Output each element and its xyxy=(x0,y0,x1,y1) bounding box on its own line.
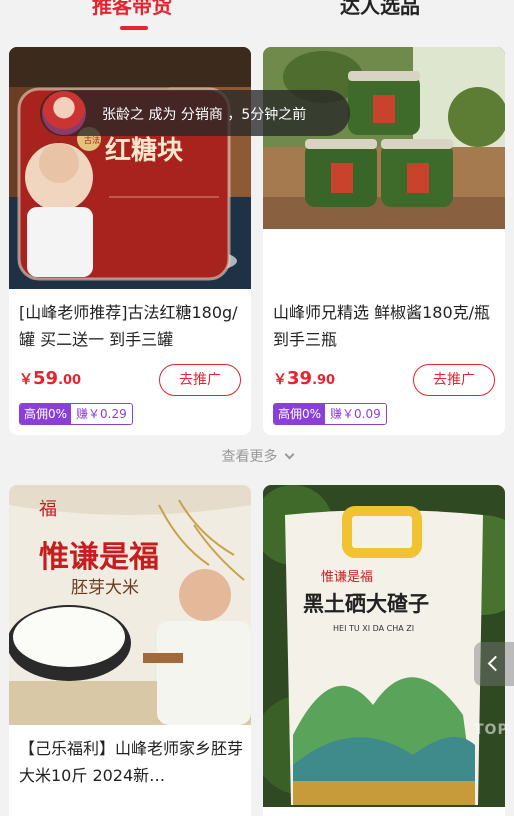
product-price: ￥39.90 xyxy=(273,368,335,389)
side-panel-handle[interactable] xyxy=(474,642,514,686)
distributor-toast: 张龄之 成为 分销商 ，5分钟之前 xyxy=(40,90,350,136)
image-product-name: 胚芽大米 xyxy=(71,578,139,598)
brand-logo-icon: 福 xyxy=(39,499,57,520)
price-decimal: .00 xyxy=(58,373,82,388)
product-image[interactable] xyxy=(263,47,505,229)
image-product-name: 黑土硒大碴子 xyxy=(303,592,429,616)
see-more-link[interactable]: 查看更多 xyxy=(0,446,514,466)
product-title[interactable]: 山峰师兄精选 鲜椒酱180克/瓶 到手三瓶 xyxy=(273,299,498,353)
product-price: ￥59.00 xyxy=(19,368,81,389)
product-image[interactable]: 福 惟谦是福 胚芽大米 xyxy=(9,485,251,725)
active-tab-indicator xyxy=(120,26,148,30)
image-product-name: 红糖块 xyxy=(105,135,183,166)
promote-button[interactable]: 去推广 xyxy=(159,364,241,396)
chevron-left-icon xyxy=(487,655,504,672)
back-to-top-watermark: TOP xyxy=(474,722,509,738)
commission-badge: 高佣0% 赚￥0.29 xyxy=(19,403,133,425)
price-symbol: ￥ xyxy=(19,372,33,388)
toast-message: 张龄之 成为 分销商 ，5分钟之前 xyxy=(102,107,307,123)
image-brand-slogan: 惟谦是福 xyxy=(321,570,373,585)
avatar xyxy=(42,91,86,135)
tab-promoter-sales[interactable]: 推客带货 xyxy=(92,0,172,19)
price-integer: 59 xyxy=(33,368,59,389)
product-image[interactable]: 古法 红糖块 xyxy=(9,47,251,289)
commission-rate: 高佣0% xyxy=(274,404,326,424)
chevron-down-icon xyxy=(284,449,294,460)
price-integer: 39 xyxy=(287,368,313,389)
product-card[interactable]: 惟谦是福 黑土硒大碴子 HEI TU XI DA CHA ZI xyxy=(263,485,505,816)
see-more-label: 查看更多 xyxy=(221,449,278,465)
commission-badge: 高佣0% 赚￥0.09 xyxy=(273,403,387,425)
price-decimal: .90 xyxy=(312,373,336,388)
product-card[interactable]: 福 惟谦是福 胚芽大米 【己乐福利】山峰老师家乡胚芽大米10斤 2024新… xyxy=(9,485,251,816)
price-symbol: ￥ xyxy=(273,372,287,388)
promote-button[interactable]: 去推广 xyxy=(413,364,495,396)
product-title[interactable]: [山峰老师推荐]古法红糖180g/罐 买二送一 到手三罐 xyxy=(19,299,244,353)
commission-earn: 赚￥0.09 xyxy=(325,404,386,424)
image-badge-text: 古法 xyxy=(84,135,100,145)
product-title[interactable]: 【己乐福利】山峰老师家乡胚芽大米10斤 2024新… xyxy=(19,735,244,789)
commission-earn: 赚￥0.29 xyxy=(71,404,132,424)
image-pinyin: HEI TU XI DA CHA ZI xyxy=(333,624,414,633)
commission-rate: 高佣0% xyxy=(20,404,72,424)
product-image[interactable]: 惟谦是福 黑土硒大碴子 HEI TU XI DA CHA ZI xyxy=(263,485,505,807)
image-brand-slogan: 惟谦是福 xyxy=(39,540,159,575)
tab-bar: 推客带货 达人选品 xyxy=(0,0,514,34)
tab-influencer-selection[interactable]: 达人选品 xyxy=(340,0,420,19)
